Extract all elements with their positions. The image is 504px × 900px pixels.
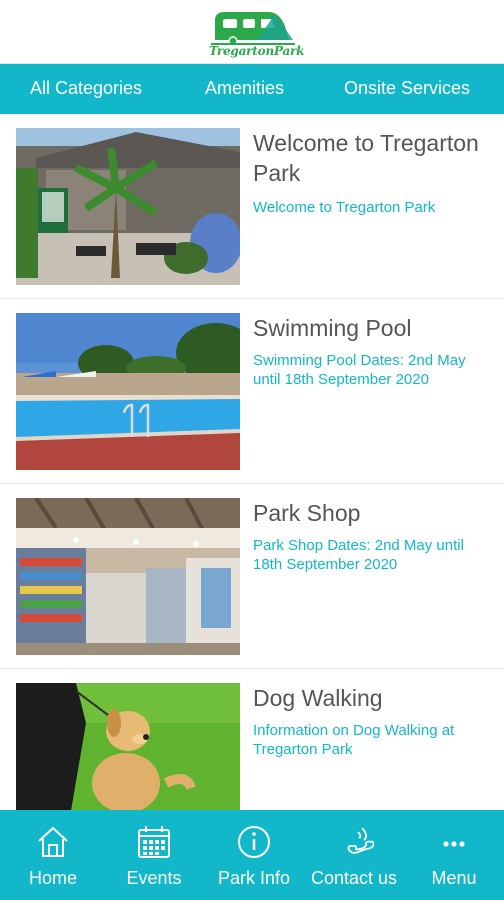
swimming-pool-photo bbox=[16, 313, 240, 470]
list-item-swimming-pool[interactable]: Swimming Pool Swimming Pool Dates: 2nd M… bbox=[0, 299, 504, 484]
app-header: TregartonPark bbox=[0, 0, 504, 64]
item-description: Welcome to Tregarton Park bbox=[253, 199, 436, 216]
nav-label: Menu bbox=[431, 868, 477, 888]
list-item-welcome[interactable]: Welcome to Tregarton Park Welcome to Tre… bbox=[0, 114, 504, 299]
item-title: Park Shop bbox=[253, 500, 361, 526]
nav-park-info[interactable]: Park Info bbox=[204, 810, 304, 900]
park-shop-photo bbox=[16, 498, 240, 655]
nav-events[interactable]: Events bbox=[104, 810, 204, 900]
info-icon bbox=[238, 826, 270, 858]
welcome-photo bbox=[16, 128, 240, 285]
item-title: Swimming Pool bbox=[253, 315, 412, 341]
home-icon bbox=[38, 827, 68, 857]
nav-label: Events bbox=[126, 868, 182, 888]
tab-all-categories[interactable]: All Categories bbox=[30, 78, 142, 99]
list-item-park-shop[interactable]: Park Shop Park Shop Dates: 2nd May until… bbox=[0, 484, 504, 669]
item-title: Dog Walking bbox=[253, 685, 383, 711]
item-description: Information on Dog Walking at Tregarton … bbox=[253, 722, 455, 758]
phone-icon bbox=[347, 827, 374, 854]
tab-onsite-services[interactable]: Onsite Services bbox=[344, 78, 470, 99]
nav-label: Home bbox=[28, 868, 77, 888]
tregarton-park-logo[interactable]: TregartonPark bbox=[209, 6, 305, 58]
nav-contact-us[interactable]: Contact us bbox=[304, 810, 404, 900]
more-icon bbox=[443, 841, 465, 847]
nav-label: Contact us bbox=[310, 868, 398, 888]
category-tabs: All Categories Amenities Onsite Services bbox=[0, 64, 504, 114]
item-description: Swimming Pool Dates: 2nd May until 18th … bbox=[253, 352, 466, 388]
caravan-logo-icon bbox=[211, 12, 295, 46]
bottom-navigation: Home Events Park Info Contact us Menu bbox=[0, 810, 504, 900]
calendar-icon bbox=[138, 826, 170, 858]
item-description: Park Shop Dates: 2nd May until 18th Sept… bbox=[253, 537, 464, 573]
item-title: Welcome to Tregarton Park bbox=[253, 130, 479, 186]
tab-amenities[interactable]: Amenities bbox=[205, 78, 284, 99]
logo-text: TregartonPark bbox=[209, 44, 305, 58]
nav-menu[interactable]: Menu bbox=[404, 810, 504, 900]
nav-home[interactable]: Home bbox=[3, 810, 103, 900]
nav-label: Park Info bbox=[217, 868, 291, 888]
